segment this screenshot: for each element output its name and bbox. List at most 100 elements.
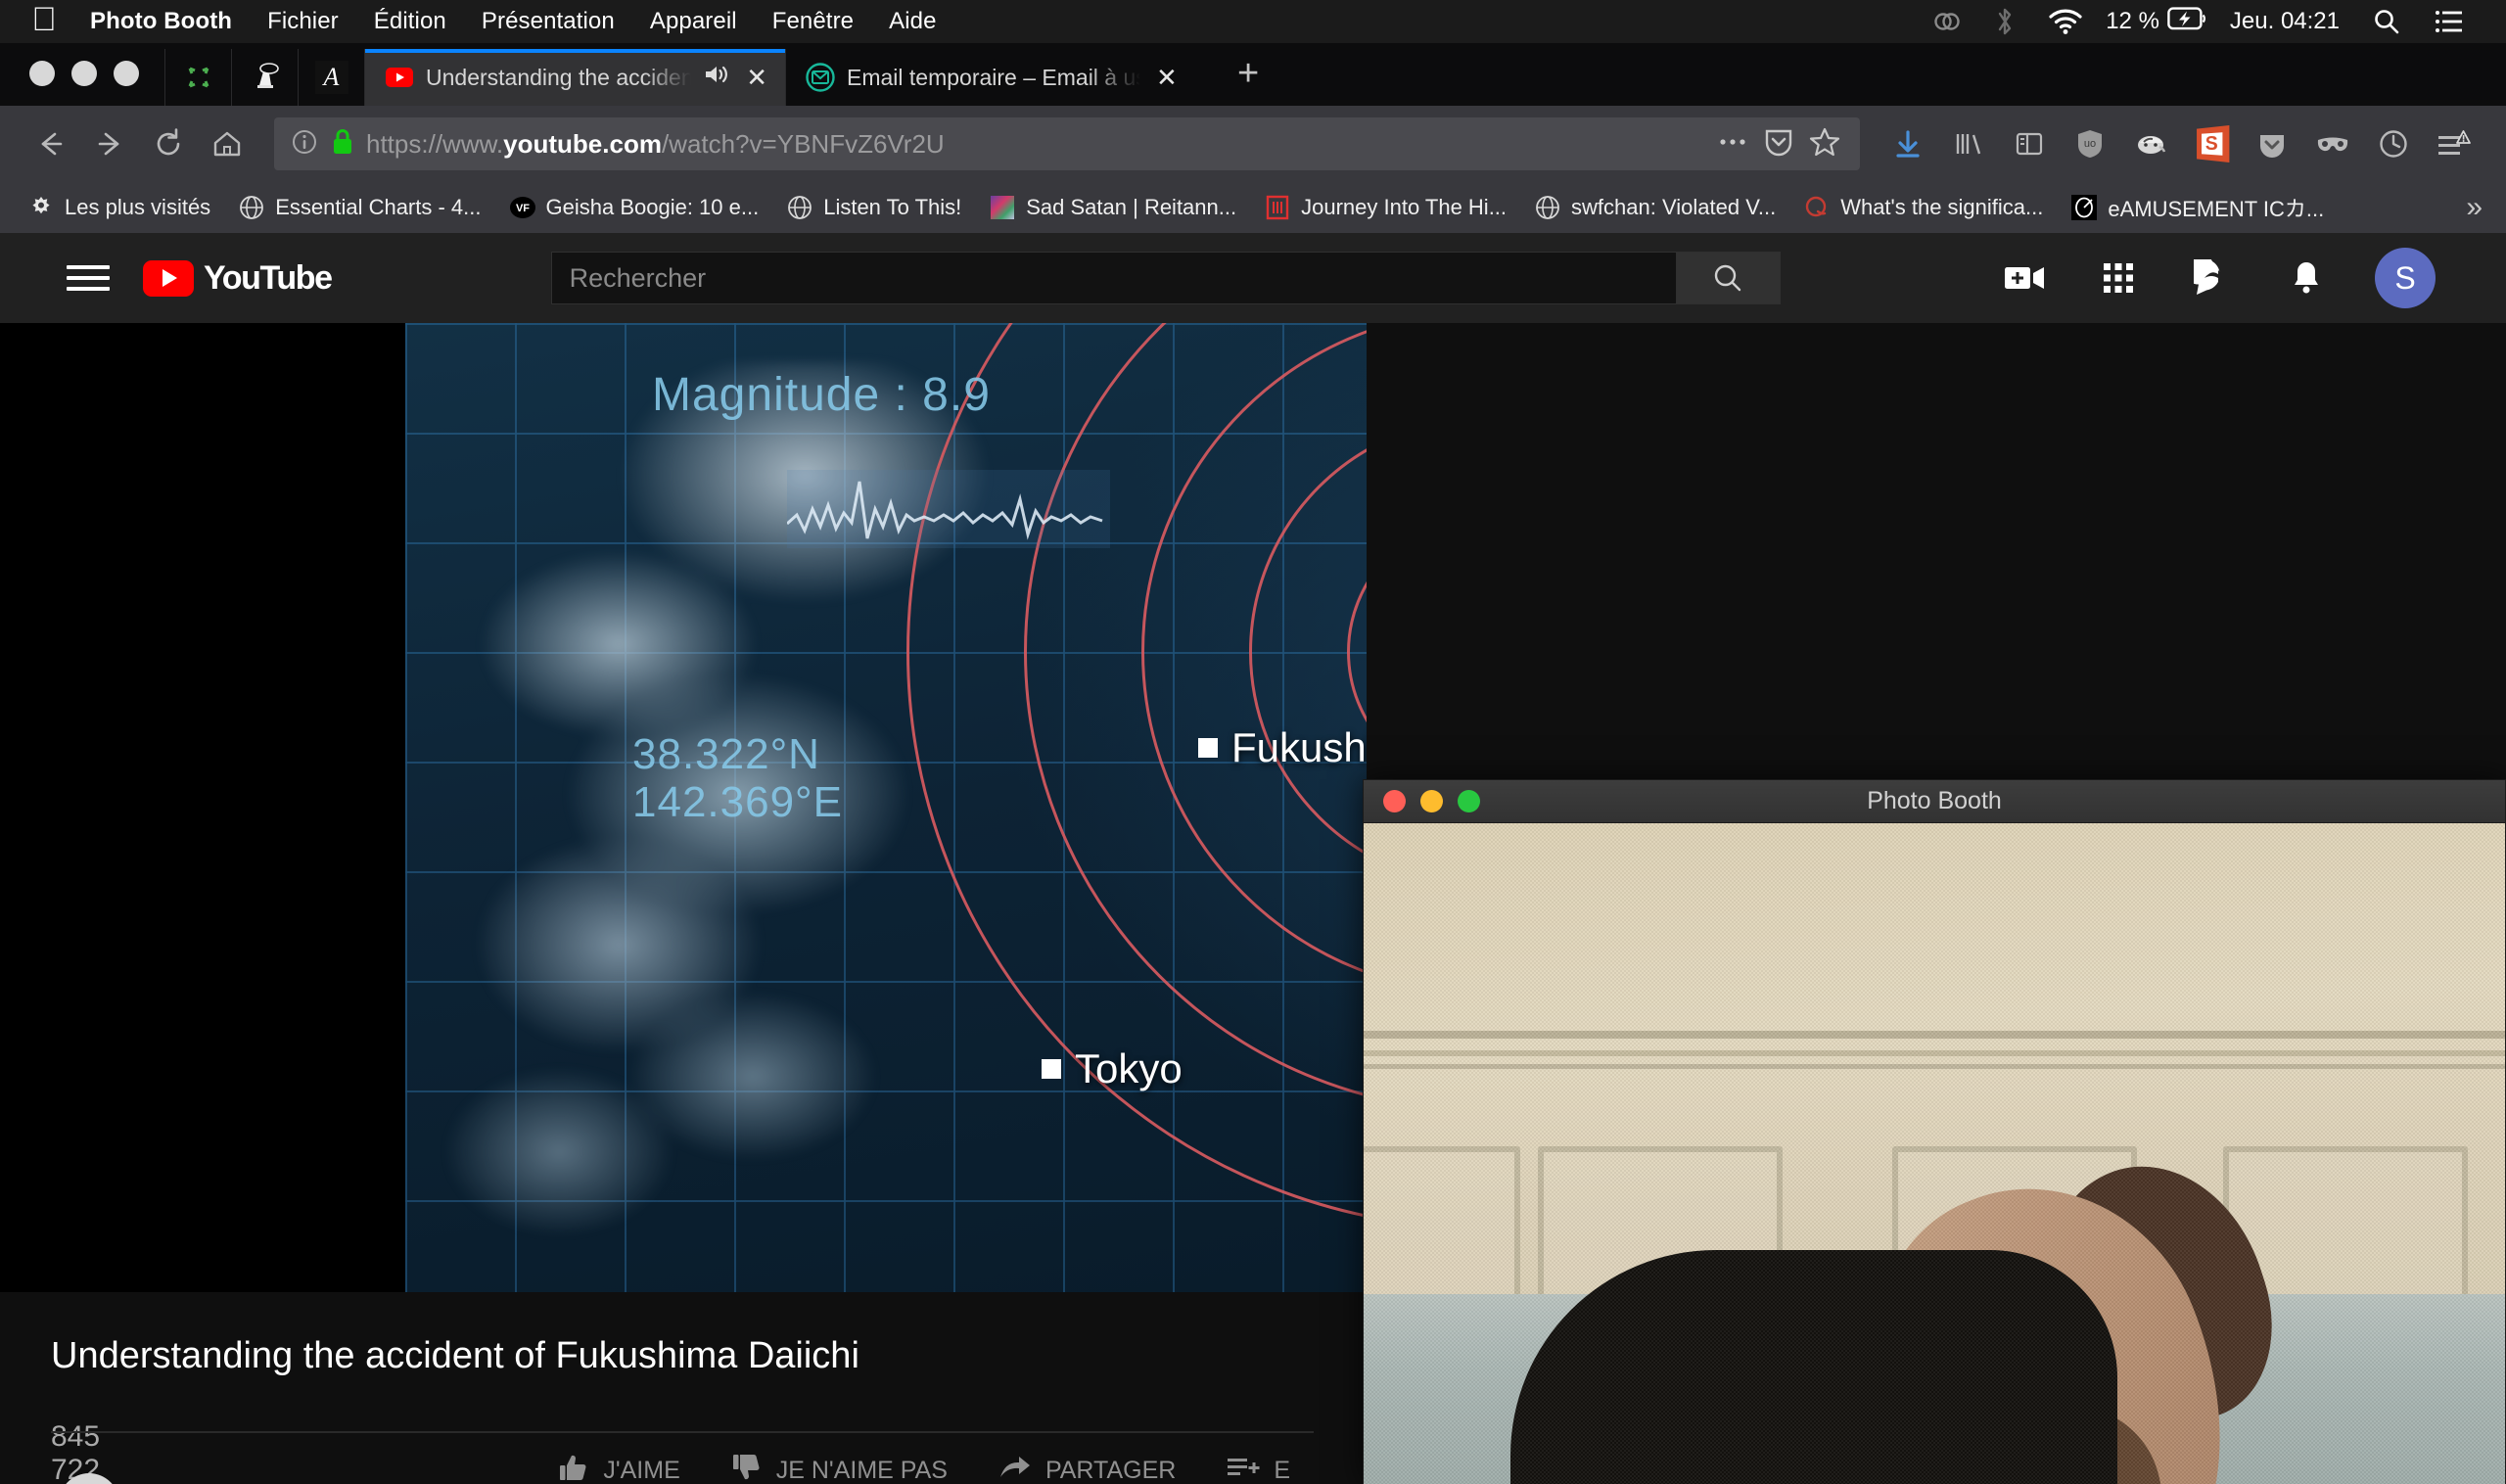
back-button[interactable] [22, 116, 80, 171]
tab-mute-speaker-icon[interactable] [703, 63, 730, 92]
s-extension-icon[interactable]: S [2181, 116, 2242, 171]
webcam-person-torso [1510, 1250, 2117, 1484]
star-gear-icon [27, 194, 55, 221]
youtube-header-actions: S [1977, 244, 2469, 312]
bookmark-label: Geisha Boogie: 10 e... [545, 195, 760, 219]
notifications-bell-icon[interactable] [2259, 244, 2353, 312]
tab-title-email: Email temporaire – Email à usag [847, 64, 1140, 90]
notification-center-icon[interactable] [2418, 9, 2481, 34]
tab-close-button-email[interactable]: ✕ [1152, 65, 1182, 90]
window-close-button[interactable] [29, 61, 55, 86]
wifi-icon[interactable] [2031, 8, 2100, 35]
menu-item-presentation[interactable]: Présentation [464, 8, 632, 35]
bookmarks-overflow-chevron[interactable]: » [2466, 191, 2492, 224]
pinned-tab-3[interactable]: A [298, 49, 364, 106]
pinned-tab-2[interactable] [231, 49, 298, 106]
apps-grid-icon[interactable] [2071, 244, 2165, 312]
share-button[interactable]: PARTAGER [973, 1454, 1201, 1484]
hud-longitude: 142.369°E [632, 778, 843, 827]
menu-item-fenetre[interactable]: Fenêtre [755, 8, 871, 35]
reload-button[interactable] [139, 116, 198, 171]
window-traffic-lights [0, 61, 164, 106]
bookmark-journey-into-the-hi[interactable]: Journey Into The Hi... [1250, 194, 1520, 221]
pocket-icon[interactable] [1764, 126, 1793, 162]
like-button[interactable]: J'AIME [533, 1452, 705, 1484]
dislike-button[interactable]: JE N'AIME PAS [706, 1452, 973, 1484]
youtube-logo-text: YouTube [204, 258, 333, 297]
photo-booth-webcam-preview [1364, 823, 2505, 1484]
search-input-wrapper[interactable] [550, 252, 1677, 304]
browser-nav-bar: https://www.youtube.com/watch?v=YBNFvZ6V… [0, 106, 2506, 182]
home-button[interactable] [198, 116, 256, 171]
ublock-origin-icon[interactable]: uo [2060, 116, 2120, 171]
search-input[interactable] [569, 262, 1658, 294]
bookmark-star-icon[interactable] [1809, 126, 1840, 162]
bookmark-sad-satan[interactable]: Sad Satan | Reitann... [975, 194, 1250, 221]
bluetooth-icon[interactable] [1978, 6, 2031, 37]
window-zoom-button[interactable] [114, 61, 139, 86]
downloads-icon[interactable] [1878, 116, 1938, 171]
spotlight-search-icon[interactable] [2355, 7, 2418, 36]
page-actions-icon[interactable] [1717, 134, 1748, 155]
bookmark-essential-charts[interactable]: Essential Charts - 4... [224, 194, 494, 221]
privacy-badger-icon[interactable] [2120, 116, 2181, 171]
bookmark-les-plus-visites[interactable]: Les plus visités [14, 194, 224, 221]
menu-item-app-name[interactable]: Photo Booth [72, 8, 250, 35]
creative-cloud-icon[interactable] [1916, 7, 1978, 36]
share-icon [998, 1454, 1032, 1484]
bookmark-geisha-boogie[interactable]: VF Geisha Boogie: 10 e... [495, 194, 773, 221]
svg-text:VF: VF [515, 203, 529, 214]
video-subrow: 845 722 vues J'AIME [51, 1420, 1316, 1484]
avatar[interactable]: S [2375, 248, 2436, 308]
secure-lock-icon[interactable] [331, 127, 354, 162]
app-menu-icon[interactable] [2424, 116, 2484, 171]
url-prefix: https://www. [366, 128, 504, 159]
bookmark-swfchan[interactable]: swfchan: Violated V... [1520, 194, 1789, 221]
video-meta: Understanding the accident of Fukushima … [0, 1292, 1367, 1484]
menu-bar-clock[interactable]: Jeu. 04:21 [2214, 8, 2355, 35]
forward-button[interactable] [80, 116, 139, 171]
photo-booth-window[interactable]: Photo Booth [1363, 779, 2506, 1484]
screen-root:  Photo Booth Fichier Édition Présentati… [0, 0, 2506, 1484]
container-mask-icon[interactable] [2302, 116, 2363, 171]
youtube-header: YouTube Rechercher S [0, 233, 2506, 323]
page-info-icon[interactable] [290, 127, 319, 162]
save-button[interactable]: E [1201, 1454, 1316, 1484]
pinned-tab-1[interactable] [164, 49, 231, 106]
apple-logo-icon[interactable]:  [22, 3, 67, 36]
guide-menu-icon[interactable] [67, 265, 110, 291]
youtube-search-group [550, 252, 1781, 304]
bookmark-label: Les plus visités [65, 195, 211, 219]
bookmark-listen-to-this[interactable]: Listen To This! [772, 194, 975, 221]
tab-youtube[interactable]: Understanding the accident ✕ [364, 49, 785, 106]
tab-email-temporaire[interactable]: Email temporaire – Email à usag ✕ [785, 49, 1212, 106]
tab-close-button-youtube[interactable]: ✕ [742, 65, 771, 90]
youtube-logo[interactable]: YouTube [143, 258, 333, 298]
search-submit-button[interactable] [1676, 252, 1781, 304]
window-minimize-button[interactable] [71, 61, 97, 86]
hud-magnitude: Magnitude : 8.9 [652, 369, 991, 421]
url-suffix: /watch?v=YBNFvZ6Vr2U [661, 128, 945, 159]
video-player[interactable]: Magnitude : 8.9 38.322°N 142.369°E Fukus… [0, 323, 1367, 1292]
pocket-save-icon[interactable] [2242, 116, 2302, 171]
webcam-molding [1364, 1031, 2505, 1039]
photo-booth-titlebar[interactable]: Photo Booth [1364, 780, 2505, 823]
address-bar[interactable]: https://www.youtube.com/watch?v=YBNFvZ6V… [274, 117, 1860, 170]
bookmark-eamusement[interactable]: eAMUSEMENT ICカ... [2057, 192, 2338, 223]
battery-status[interactable]: 12 % [2100, 6, 2214, 38]
sidebar-icon[interactable] [1999, 116, 2060, 171]
library-icon[interactable] [1938, 116, 1999, 171]
menu-item-edition[interactable]: Édition [356, 8, 464, 35]
browser-toolbar-icons: uo S [1878, 116, 2484, 171]
history-clock-icon[interactable] [2363, 116, 2424, 171]
bookmark-label: Journey Into The Hi... [1301, 195, 1508, 219]
menu-item-fichier[interactable]: Fichier [250, 8, 356, 35]
new-tab-button[interactable]: + [1212, 55, 1284, 106]
create-video-icon[interactable] [1977, 244, 2071, 312]
messages-icon[interactable] [2165, 244, 2259, 312]
bookmark-whats-the-significa[interactable]: What's the significa... [1789, 194, 2057, 221]
menu-item-aide[interactable]: Aide [871, 8, 953, 35]
globe-icon [1534, 194, 1561, 221]
menu-item-appareil[interactable]: Appareil [632, 8, 755, 35]
save-playlist-icon [1227, 1454, 1260, 1484]
